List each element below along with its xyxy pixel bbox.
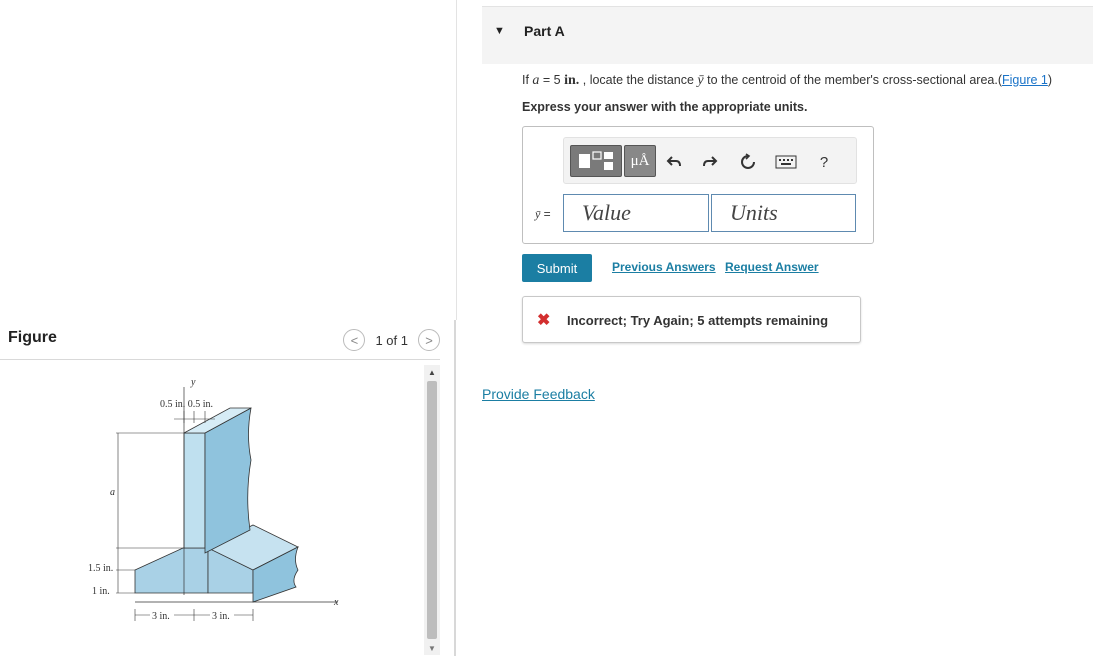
dimension-3in-right-label: 3 in. [212, 611, 230, 622]
dimension-3in-left-label: 3 in. [152, 611, 170, 622]
question-prefix: If [522, 73, 533, 87]
next-figure-button[interactable]: > [418, 329, 440, 351]
value-input[interactable] [563, 194, 709, 232]
provide-feedback-link[interactable]: Provide Feedback [482, 386, 595, 402]
help-icon[interactable]: ? [812, 150, 836, 174]
dimension-1-label: 1 in. [92, 586, 110, 597]
pane-divider[interactable] [454, 320, 456, 656]
math-toolbar: μÅ ? [563, 137, 857, 184]
dimension-1-5-label: 1.5 in. [88, 563, 113, 574]
triangle-down-icon[interactable]: ▼ [494, 25, 505, 37]
redo-icon[interactable] [698, 150, 722, 174]
figure-title: Figure [8, 329, 57, 346]
answer-box: μÅ ? ȳ = [522, 126, 874, 244]
instruction-text: Express your answer with the appropriate… [522, 100, 808, 114]
reset-icon[interactable] [736, 150, 760, 174]
template-icon [579, 151, 613, 170]
base-front-left [134, 547, 209, 594]
pane-divider-top [456, 0, 457, 320]
feedback-text: Incorrect; Try Again; 5 attempts remaini… [567, 313, 829, 328]
figure-pane: Figure < 1 of 1 > y x 0.5 in. 0.5 in. a … [0, 0, 455, 656]
web-front [183, 432, 206, 549]
part-title: Part A [524, 23, 565, 39]
chevron-right-icon: > [425, 332, 433, 348]
keyboard-icon[interactable] [774, 150, 798, 174]
paren-close: ) [1047, 73, 1053, 87]
scroll-thumb[interactable] [427, 381, 437, 639]
error-x-icon: ✖ [537, 312, 551, 329]
request-answer-link[interactable]: Request Answer [725, 260, 819, 274]
equals-sign: = [540, 207, 551, 221]
units-icon: μÅ [630, 152, 650, 169]
top-dimension-label: 0.5 in. 0.5 in. [160, 399, 213, 410]
submit-button[interactable]: Submit [522, 254, 592, 282]
x-axis-label: x [333, 597, 339, 608]
previous-figure-button[interactable]: < [343, 329, 366, 351]
t-section-diagram: y x 0.5 in. 0.5 in. a 1.5 in. 1 in. 3 in… [88, 377, 339, 622]
web-side [204, 407, 252, 554]
pager-count: 1 of 1 [375, 332, 408, 348]
question-equals: = 5 [539, 73, 565, 87]
figure-pager: < 1 of 1 > [343, 329, 440, 351]
question-text: If a = 5 in. , locate the distance ȳ to … [522, 73, 1052, 89]
template-button[interactable] [570, 145, 622, 177]
question-middle: , locate the distance [579, 73, 698, 87]
figure-image: y x 0.5 in. 0.5 in. a 1.5 in. 1 in. 3 in… [8, 365, 418, 655]
scroll-down-arrow-icon[interactable]: ▼ [424, 641, 440, 655]
figure-header: Figure < 1 of 1 > [0, 320, 440, 360]
figure-scrollbar[interactable]: ▲ ▼ [424, 365, 440, 655]
units-button[interactable]: μÅ [624, 145, 656, 177]
y-axis-label: y [190, 377, 196, 388]
feedback-message: ✖ Incorrect; Try Again; 5 attempts remai… [522, 296, 861, 343]
previous-answers-link[interactable]: Previous Answers [612, 260, 716, 274]
chevron-left-icon: < [350, 332, 359, 348]
part-a-header[interactable]: ▼ Part A [482, 6, 1093, 64]
figure-1-link[interactable]: Figure 1 [1002, 73, 1048, 87]
unit-in: in. [564, 73, 580, 88]
question-suffix: to the centroid of the member's cross-se… [703, 73, 998, 87]
dimension-a-label: a [110, 487, 115, 498]
answer-variable-label: ȳ = [535, 207, 551, 222]
undo-icon[interactable] [662, 150, 686, 174]
units-input[interactable] [711, 194, 856, 232]
scroll-up-arrow-icon[interactable]: ▲ [424, 365, 440, 379]
